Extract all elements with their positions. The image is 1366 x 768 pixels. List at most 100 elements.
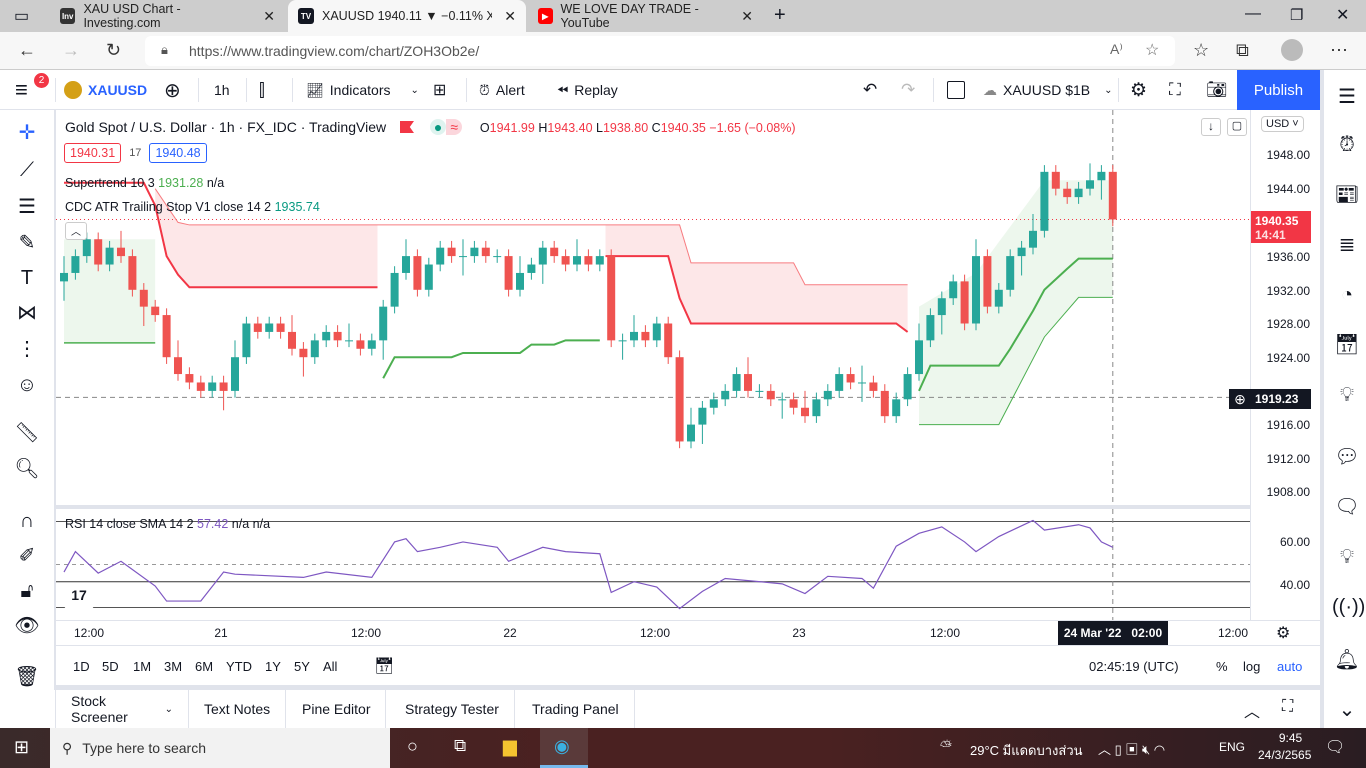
windows-start-icon[interactable]: ⊞: [14, 737, 29, 758]
indicators-button[interactable]: 📈︎ Indicators ⌄: [306, 70, 419, 110]
profile-avatar[interactable]: [1281, 39, 1303, 61]
range-3m[interactable]: 3M: [164, 659, 182, 674]
action-center-icon[interactable]: 🗨︎: [1325, 737, 1345, 757]
close-tab-icon[interactable]: ✕: [741, 8, 753, 25]
more-icon[interactable]: ⋯: [1330, 40, 1348, 61]
cdc-atr-legend[interactable]: CDC ATR Trailing Stop V1 close 14 2 1935…: [65, 200, 320, 214]
settings-gear-icon[interactable]: ⚙: [1130, 70, 1147, 110]
add-favorite-icon[interactable]: ☆: [1145, 40, 1159, 60]
text-tool-icon[interactable]: T: [12, 263, 42, 293]
supertrend-legend[interactable]: Supertrend 10 3 1931.28 n/a: [65, 176, 224, 190]
restore-icon[interactable]: ❐: [1290, 6, 1303, 24]
fullscreen-icon[interactable]: ⛶: [1169, 70, 1181, 110]
tradingview-logo[interactable]: 17: [64, 587, 94, 609]
select-layout-button[interactable]: [947, 70, 965, 110]
publish-button[interactable]: Publish: [1237, 70, 1320, 110]
main-menu-button[interactable]: ≡: [15, 70, 28, 110]
tips-icon[interactable]: 💡︎: [1332, 542, 1362, 572]
tray-icons[interactable]: ︿ ▯ ▣ 🔇︎ ◠: [1098, 739, 1165, 758]
time-axis[interactable]: 12:00 21 12:00 22 12:00 23 12:00 12:00 2…: [56, 620, 1320, 645]
goto-date-icon[interactable]: 📅︎: [374, 656, 394, 676]
browser-tab-tradingview[interactable]: TV XAUUSD 1940.11 ▼ −0.11% XAU ✕: [288, 0, 526, 32]
browser-tab-investing[interactable]: Inv XAU USD Chart - Investing.com ✕: [50, 0, 285, 32]
back-icon[interactable]: ←: [18, 40, 36, 61]
ideas-bulb-icon[interactable]: 💡︎: [1332, 380, 1362, 410]
minimize-icon[interactable]: —: [1245, 5, 1261, 23]
news-icon[interactable]: 📰︎: [1332, 180, 1362, 210]
clock-date[interactable]: 24/3/2565: [1258, 748, 1311, 762]
tab-trading-panel[interactable]: Trading Panel: [517, 690, 635, 728]
trend-line-tool-icon[interactable]: ⟋: [12, 155, 42, 185]
chevron-up-icon[interactable]: ︿: [1244, 698, 1260, 722]
browser-tab-youtube[interactable]: ▶ WE LOVE DAY TRADE - YouTube ✕: [528, 0, 763, 32]
trash-icon[interactable]: 🗑︎: [12, 662, 42, 692]
range-5d[interactable]: 5D: [102, 659, 119, 674]
tab-text-notes[interactable]: Text Notes: [189, 690, 287, 728]
zoom-in-icon[interactable]: 🔍︎: [12, 454, 42, 484]
weather-text[interactable]: 29°C มีแดดบางส่วน: [970, 740, 1083, 761]
prediction-tool-icon[interactable]: ⋮: [12, 334, 42, 364]
interval-button[interactable]: 1h: [214, 70, 230, 110]
tab-actions-icon[interactable]: ▭: [14, 6, 29, 26]
lock-icon[interactable]: 🔓︎: [12, 576, 42, 606]
add-alert-plus-icon[interactable]: ⊕: [1229, 389, 1251, 409]
taskbar-search-input[interactable]: ⚲ Type here to search: [50, 728, 390, 768]
ruler-icon[interactable]: 📏︎: [12, 418, 42, 448]
percent-toggle[interactable]: %: [1216, 659, 1228, 674]
price-axis[interactable]: USD ˅ 1948.00 1944.00 1936.00 1932.00 19…: [1229, 110, 1320, 620]
crosshair-tool-icon[interactable]: ✛: [12, 118, 42, 148]
axis-settings-gear-icon[interactable]: ⚙: [1276, 623, 1290, 643]
currency-select[interactable]: USD ˅: [1261, 116, 1304, 132]
replay-button[interactable]: ⏪︎ Replay: [557, 70, 618, 110]
flag-icon[interactable]: [399, 121, 414, 133]
file-explorer-icon[interactable]: ▆: [503, 736, 517, 757]
close-tab-icon[interactable]: ✕: [263, 8, 275, 25]
buy-button[interactable]: 1940.48: [149, 143, 207, 163]
watchlist-icon[interactable]: ☰: [1332, 82, 1362, 112]
tab-pine-editor[interactable]: Pine Editor: [287, 690, 387, 728]
price-chart-canvas[interactable]: [56, 110, 1250, 505]
refresh-icon[interactable]: ↻: [106, 40, 121, 61]
utc-clock[interactable]: 02:45:19 (UTC): [1089, 659, 1179, 674]
range-5y[interactable]: 5Y: [294, 659, 310, 674]
compare-symbol-button[interactable]: ⊕: [164, 70, 181, 110]
task-view-icon[interactable]: ⧉: [454, 736, 466, 756]
hide-drawings-eye-icon[interactable]: 👁︎: [12, 611, 42, 641]
maximize-pane-icon[interactable]: ▢: [1227, 118, 1247, 136]
clock-time[interactable]: 9:45: [1268, 731, 1313, 745]
weather-icon[interactable]: ⛅︎: [940, 738, 952, 755]
alert-button[interactable]: ⏰︎ Alert: [479, 70, 525, 110]
rsi-legend[interactable]: RSI 14 close SMA 14 2 57.42 n/a n/a: [65, 517, 270, 531]
collapse-legend-icon[interactable]: ︿: [65, 222, 87, 240]
collections-icon[interactable]: ⧉: [1236, 40, 1249, 61]
hotlist-icon[interactable]: ◔: [1332, 280, 1362, 310]
layouts-grid-icon[interactable]: ⊞: [433, 70, 446, 110]
url-input[interactable]: 🔒︎ https://www.tradingview.com/chart/ZOH…: [145, 36, 1175, 66]
forward-icon[interactable]: →: [62, 40, 80, 61]
auto-toggle[interactable]: auto: [1277, 659, 1302, 674]
chevron-down-icon[interactable]: ⌄: [410, 85, 418, 96]
expand-icon[interactable]: ⌄: [1332, 695, 1362, 725]
rsi-pane[interactable]: RSI 14 close SMA 14 2 57.42 n/a n/a 17: [56, 507, 1250, 620]
close-window-icon[interactable]: ✕: [1336, 5, 1349, 25]
pattern-tool-icon[interactable]: ⋈: [12, 298, 42, 328]
language-indicator[interactable]: ENG: [1219, 740, 1245, 754]
tab-strategy-tester[interactable]: Strategy Tester: [390, 690, 515, 728]
snapshot-camera-icon[interactable]: 📷︎: [1206, 70, 1228, 110]
cortana-icon[interactable]: ○: [407, 736, 418, 757]
range-1m[interactable]: 1M: [133, 659, 151, 674]
undo-icon[interactable]: ↶: [863, 70, 877, 110]
close-tab-icon[interactable]: ✕: [504, 8, 516, 25]
log-toggle[interactable]: log: [1243, 659, 1260, 674]
range-6m[interactable]: 6M: [195, 659, 213, 674]
range-1d[interactable]: 1D: [73, 659, 90, 674]
range-1y[interactable]: 1Y: [265, 659, 281, 674]
layout-name-button[interactable]: ☁︎ XAUUSD $1B ⌄: [983, 70, 1113, 110]
chart-pane[interactable]: Gold Spot / U.S. Dollar · 1h · FX_IDC · …: [56, 110, 1250, 505]
new-tab-icon[interactable]: +: [774, 4, 786, 27]
range-ytd[interactable]: YTD: [226, 659, 252, 674]
data-window-icon[interactable]: ≣: [1332, 230, 1362, 260]
symbol-search-button[interactable]: XAUUSD: [64, 70, 147, 110]
fib-tool-icon[interactable]: ☰: [12, 192, 42, 222]
brush-tool-icon[interactable]: ✎: [12, 228, 42, 258]
